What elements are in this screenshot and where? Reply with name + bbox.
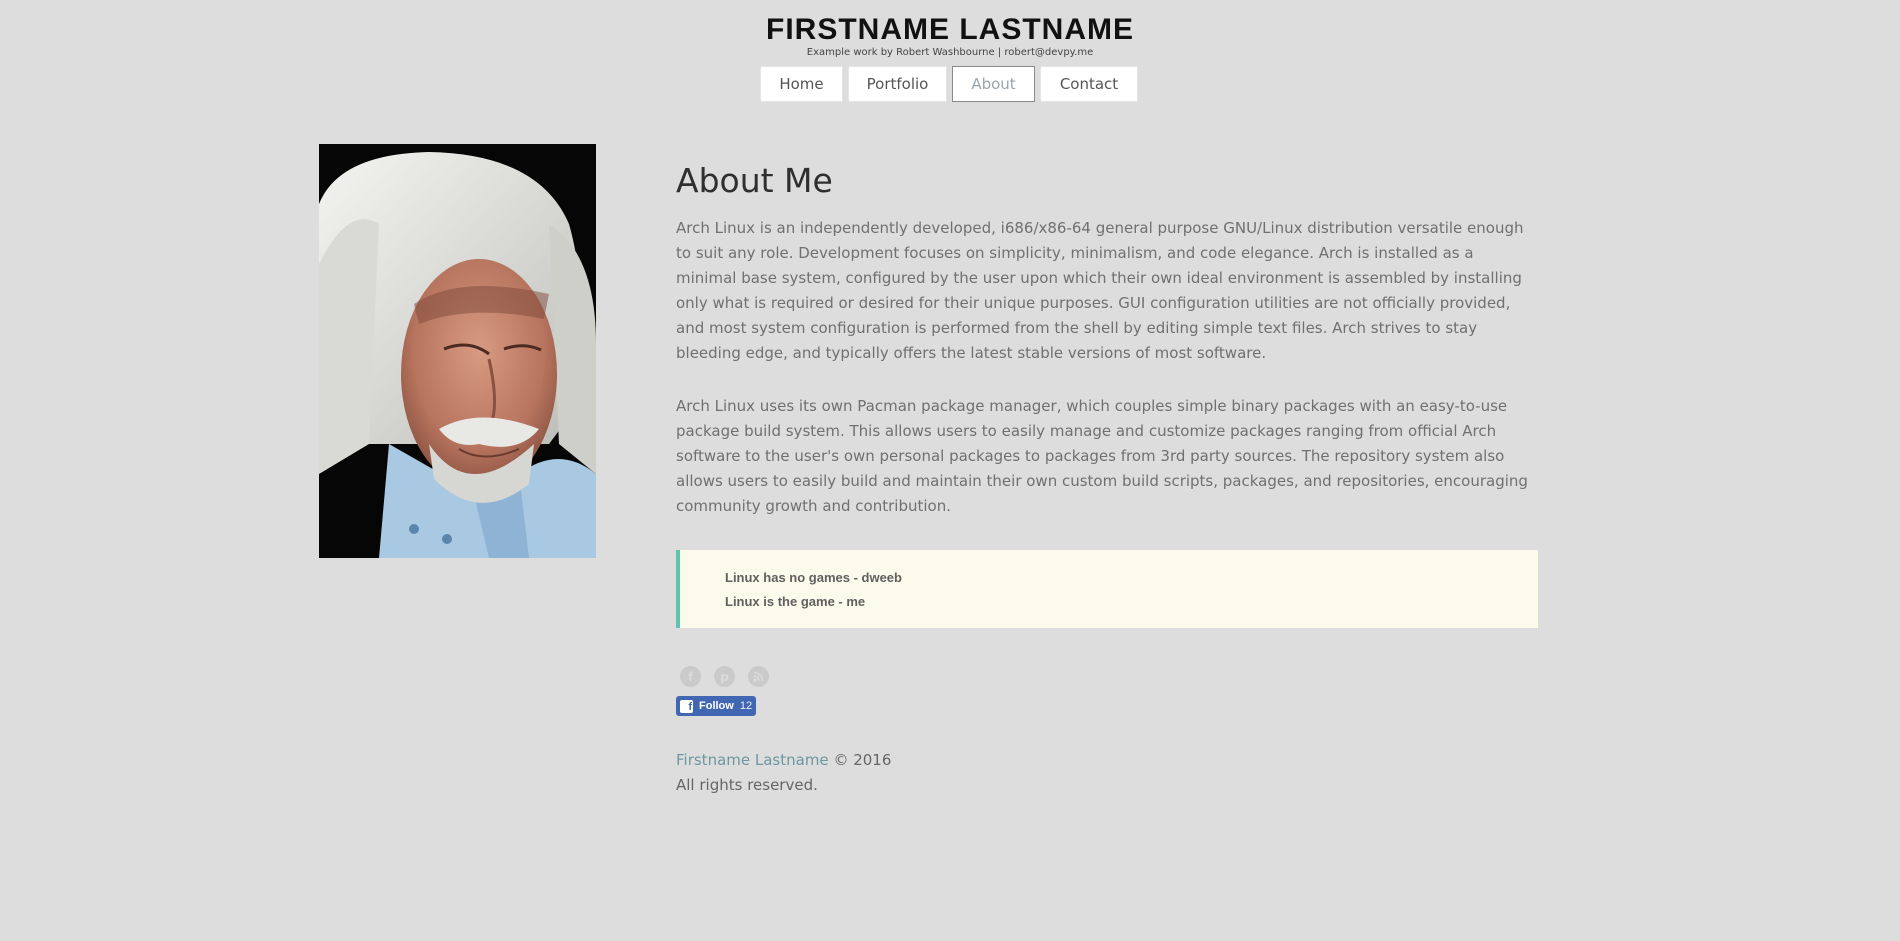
follow-label: Follow bbox=[699, 700, 734, 712]
nav-item-portfolio[interactable]: Portfolio bbox=[848, 66, 947, 102]
nav-item-about[interactable]: About bbox=[952, 66, 1035, 102]
facebook-logo-icon: f bbox=[680, 699, 693, 713]
quote-line: Linux is the game - me bbox=[725, 594, 866, 609]
facebook-icon[interactable]: f bbox=[680, 666, 701, 687]
pinterest-icon[interactable]: p bbox=[714, 666, 735, 687]
about-paragraph-2: Arch Linux uses its own Pacman package m… bbox=[676, 397, 1528, 515]
copyright-text: © 2016 bbox=[828, 751, 892, 769]
about-content: About Me Arch Linux is an independently … bbox=[676, 160, 1538, 628]
nav-item-contact[interactable]: Contact bbox=[1040, 66, 1138, 102]
about-paragraph-1: Arch Linux is an independently developed… bbox=[676, 219, 1524, 362]
facebook-follow-button[interactable]: f Follow 12 bbox=[676, 696, 756, 716]
nav-item-home[interactable]: Home bbox=[760, 66, 843, 102]
follow-count: 12 bbox=[739, 700, 753, 712]
site-title: FIRSTNAME LASTNAME bbox=[766, 13, 1134, 46]
main-nav: Home Portfolio About Contact bbox=[760, 66, 1138, 102]
quote-line: Linux has no games - dweeb bbox=[725, 570, 902, 585]
portrait-photo bbox=[319, 144, 596, 558]
quote-block: Linux has no games - dweeb Linux is the … bbox=[676, 550, 1538, 628]
copyright-line: Firstname Lastname © 2016 bbox=[676, 748, 891, 773]
social-links: f p bbox=[680, 666, 769, 687]
page-title: About Me bbox=[676, 161, 833, 200]
site-header: FIRSTNAME LASTNAME Example work by Rober… bbox=[0, 14, 1900, 59]
rights-text: All rights reserved. bbox=[676, 776, 818, 794]
footer-home-link[interactable]: Firstname Lastname bbox=[676, 751, 829, 769]
rss-icon[interactable] bbox=[748, 666, 769, 687]
site-footer: Firstname Lastname © 2016 All rights res… bbox=[676, 748, 891, 798]
site-subtitle: Example work by Robert Washbourne | robe… bbox=[806, 47, 1094, 58]
